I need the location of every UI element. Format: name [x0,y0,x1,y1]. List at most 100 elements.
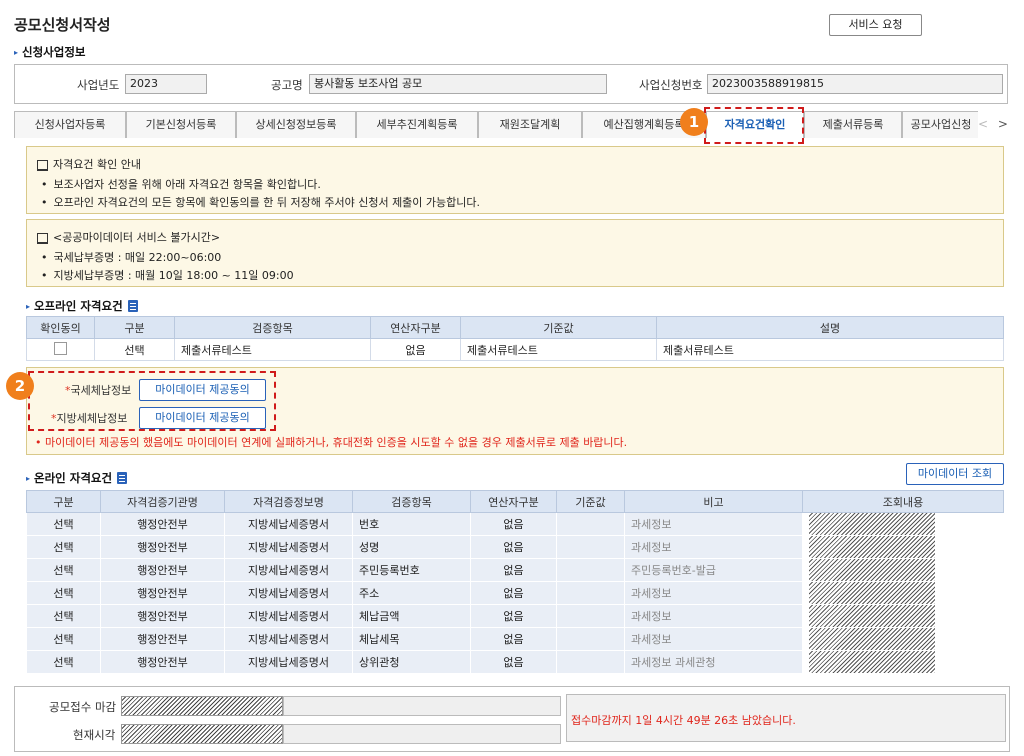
info-cell: 지방세납세증명서 [224,535,353,559]
callout-badge-1: 1 [680,108,708,136]
query-result-cell [802,650,1004,674]
type-cell: 선택 [26,512,101,536]
business-year-field: 2023 [125,74,207,94]
column-header: 연산자구분 [370,316,461,339]
document-icon[interactable] [117,472,128,484]
description-cell: 제출서류테스트 [656,338,1004,361]
item-cell: 성명 [352,535,471,559]
tab-basic-application[interactable]: 기본신청서등록 [126,111,236,138]
table-row: 선택 행정안전부 지방세납세증명서 번호 없음 과세정보 [26,512,1004,536]
column-header: 확인동의 [26,316,95,339]
consent-checkbox[interactable] [54,341,67,355]
standard-cell [556,535,625,559]
query-result-cell [802,558,1004,582]
bullet-icon: ▸ [14,48,19,57]
notice-item: 지방세납부증명 : 매월 10일 18:00 ~ 11일 09:00 [37,266,993,286]
tab-detail-application[interactable]: 상세신청정보등록 [236,111,356,138]
column-header: 비고 [624,490,803,513]
info-cell: 지방세납세증명서 [224,512,353,536]
redacted-pattern [809,605,935,627]
info-cell: 지방세납세증명서 [224,627,353,651]
bullet-icon: ▸ [26,474,31,483]
org-cell: 행정안전부 [100,512,225,536]
redacted-pattern [809,513,935,535]
operator-cell: 없음 [470,604,557,628]
document-icon[interactable] [127,300,138,312]
notice-item: 오프라인 자격요건의 모든 항목에 확인동의를 한 뒤 저장해 주서야 신청서 … [37,193,993,213]
table-row: 선택 행정안전부 지방세납세증명서 성명 없음 과세정보 [26,535,1004,559]
deadline-field [283,696,561,716]
bookmark-icon [37,232,48,244]
offline-qualification-table: 확인동의 구분 검증항목 연산자구분 기준값 설명 선택 제출서류테스트 없음 … [26,316,1004,361]
remark-cell: 과세정보 [624,512,803,536]
item-cell: 제출서류테스트 [174,338,371,361]
online-section-title: ▸ 온라인 자격요건 [26,470,128,486]
query-result-cell [802,604,1004,628]
callout-badge-2: 2 [6,372,34,400]
chevron-left-icon[interactable]: < [978,117,988,131]
highlight-tab-box [704,107,804,144]
countdown-text: 접수마감까지 1일 4시간 49분 26초 남았습니다. [571,714,796,727]
application-number-field: 2023003588919815 [707,74,1003,94]
operator-cell: 없음 [470,512,557,536]
operator-cell: 없음 [470,581,557,605]
notice-title: 자격요건 확인 안내 [53,158,141,171]
tab-contest-application[interactable]: 공모사업신청 [902,111,980,138]
application-number-label: 사업신청번호 [639,78,703,92]
offline-section-title: ▸ 오프라인 자격요건 [26,298,138,314]
mydata-query-button[interactable]: 마이데이터 조회 [906,463,1004,485]
operator-cell: 없음 [470,535,557,559]
column-header: 검증항목 [174,316,371,339]
tab-funding-plan[interactable]: 재원조달계획 [478,111,582,138]
column-header: 기준값 [460,316,657,339]
column-header: 구분 [94,316,175,339]
column-header: 자격검증정보명 [224,490,353,513]
deadline-redacted [121,696,283,716]
org-cell: 행정안전부 [100,627,225,651]
countdown-box: 접수마감까지 1일 4시간 49분 26초 남았습니다. [566,694,1006,742]
standard-cell [556,627,625,651]
table-row: 선택 행정안전부 지방세납세증명서 주민등록번호 없음 주민등록번호-발급 [26,558,1004,582]
query-result-cell [802,627,1004,651]
column-header: 설명 [656,316,1004,339]
remark-cell: 과세정보 [624,581,803,605]
redacted-pattern [809,651,935,673]
org-cell: 행정안전부 [100,558,225,582]
chevron-right-icon[interactable]: > [998,117,1008,131]
column-header: 조회내용 [802,490,1004,513]
redacted-pattern [809,536,935,558]
info-cell: 지방세납세증명서 [224,558,353,582]
redacted-pattern [809,582,935,604]
operator-cell: 없음 [370,338,461,361]
item-cell: 주민등록번호 [352,558,471,582]
table-row: 선택 행정안전부 지방세납세증명서 체납금액 없음 과세정보 [26,604,1004,628]
type-cell: 선택 [26,581,101,605]
operator-cell: 없음 [470,627,557,651]
tab-applicant-registration[interactable]: 신청사업자등록 [14,111,126,138]
table-row: 선택 행정안전부 지방세납세증명서 상위관청 없음 과세정보 과세관청 [26,650,1004,674]
org-cell: 행정안전부 [100,535,225,559]
applicant-info-box: 사업년도 2023 공고명 봉사활동 보조사업 공모 사업신청번호 202300… [14,64,1008,104]
remark-cell: 과세정보 [624,627,803,651]
highlight-mydata-box [28,371,276,431]
bullet-icon: ▸ [26,302,31,311]
table-row: 선택 행정안전부 지방세납세증명서 체납세목 없음 과세정보 [26,627,1004,651]
query-result-cell [802,581,1004,605]
column-header: 기준값 [556,490,625,513]
type-cell: 선택 [94,338,175,361]
announcement-name-label: 공고명 [271,78,303,92]
announcement-name-field: 봉사활동 보조사업 공모 [309,74,607,94]
org-cell: 행정안전부 [100,604,225,628]
table-row: 선택 제출서류테스트 없음 제출서류테스트 제출서류테스트 [26,338,1004,361]
deadline-label: 공모접수 마감 [49,700,117,714]
info-cell: 지방세납세증명서 [224,604,353,628]
standard-cell [556,512,625,536]
info-cell: 지방세납세증명서 [224,581,353,605]
standard-cell [556,558,625,582]
service-request-button[interactable]: 서비스 요청 [829,14,922,36]
bookmark-icon [37,159,48,171]
business-year-label: 사업년도 [77,78,120,92]
tab-detail-plan[interactable]: 세부추진계획등록 [356,111,478,138]
standard-cell [556,604,625,628]
tab-document-submission[interactable]: 제출서류등록 [804,111,902,138]
